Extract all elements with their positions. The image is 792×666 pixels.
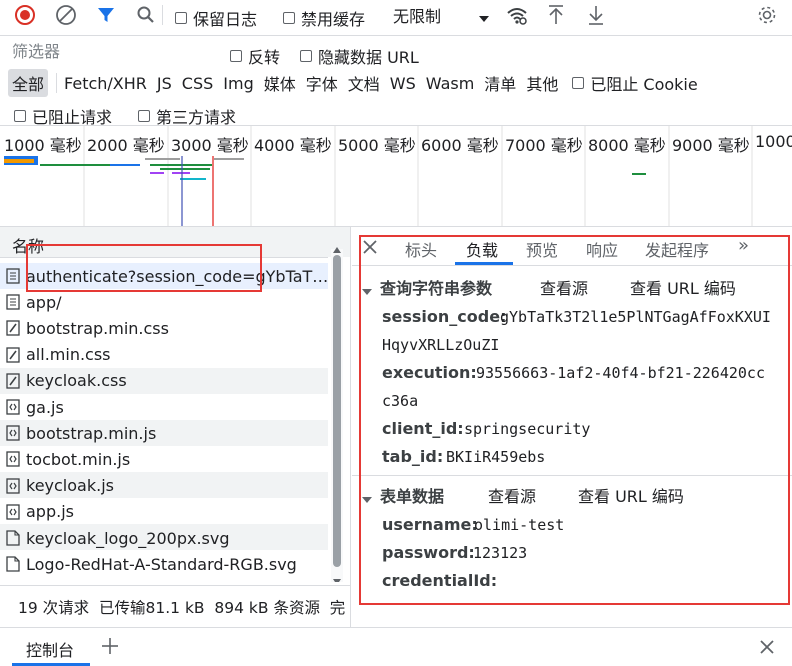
blocked-cookie-box[interactable] xyxy=(572,77,585,89)
preserve-log-checkbox[interactable]: 保留日志 xyxy=(175,6,257,30)
table-row[interactable]: app/ xyxy=(6,289,62,315)
type-filter-font[interactable]: 字体 xyxy=(306,71,338,95)
stylesheet-icon xyxy=(6,346,20,363)
document-icon xyxy=(6,268,20,284)
disable-cache-box[interactable] xyxy=(283,12,295,24)
preserve-log-box[interactable] xyxy=(175,12,187,24)
filter-icon[interactable] xyxy=(96,5,116,25)
throttle-select[interactable]: 无限制 xyxy=(388,3,492,27)
filter-input[interactable]: 筛选器 xyxy=(6,38,212,62)
request-name: keycloak.js xyxy=(26,476,114,496)
image-file-icon xyxy=(6,530,20,546)
type-filter-bar: 全部 Fetch/XHR JS CSS Img 媒体 字体 文档 WS Wasm… xyxy=(8,69,698,97)
stylesheet-icon xyxy=(6,320,20,337)
dropdown-arrow-icon xyxy=(478,9,490,28)
highlight-request-box xyxy=(26,244,262,292)
request-name: app/ xyxy=(26,292,62,312)
table-row[interactable]: Logo-RedHat-A-Standard-RGB.svg xyxy=(6,551,297,577)
script-icon xyxy=(6,504,20,520)
request-name: Logo-RedHat-A-Standard-RGB.svg xyxy=(26,554,297,574)
scroll-down-arrow-icon[interactable] xyxy=(332,571,342,582)
preserve-log-label: 保留日志 xyxy=(193,10,258,29)
timeline-overview[interactable]: 1000 毫秒 2000 毫秒 3000 毫秒 4000 毫秒 5000 毫秒 … xyxy=(0,126,792,226)
request-name: ga.js xyxy=(26,397,64,417)
table-row[interactable]: all.min.css xyxy=(6,342,111,368)
clear-icon[interactable] xyxy=(55,4,77,26)
blocked-requests-box[interactable] xyxy=(14,110,26,122)
disable-cache-label: 禁用缓存 xyxy=(301,10,366,29)
stylesheet-icon xyxy=(6,373,20,389)
table-row[interactable]: ga.js xyxy=(6,394,64,420)
script-icon xyxy=(6,477,20,494)
type-filter-doc[interactable]: 文档 xyxy=(348,71,380,95)
drawer-tab-console[interactable]: 控制台 xyxy=(26,637,74,661)
third-party-box[interactable] xyxy=(138,110,150,122)
script-icon xyxy=(6,399,20,415)
list-scrollbar[interactable] xyxy=(331,249,343,582)
drawer-bar: 控制台 xyxy=(0,628,792,666)
request-name: tocbot.min.js xyxy=(26,449,131,469)
document-icon xyxy=(6,294,20,310)
table-row[interactable]: bootstrap.min.css xyxy=(6,315,169,341)
blocked-cookie-label: 已阻止 Cookie xyxy=(590,75,698,94)
panel-splitter[interactable] xyxy=(350,227,351,627)
filter-placeholder: 筛选器 xyxy=(12,42,61,61)
table-row[interactable]: bootstrap.min.js xyxy=(6,420,156,446)
add-tab-plus-icon[interactable] xyxy=(101,637,119,659)
invert-box[interactable] xyxy=(230,50,242,62)
request-name: keycloak.css xyxy=(26,371,127,391)
network-conditions-icon[interactable] xyxy=(505,4,529,26)
toolbar-divider xyxy=(0,35,792,36)
type-filter-css[interactable]: CSS xyxy=(182,74,213,93)
disable-cache-checkbox[interactable]: 禁用缓存 xyxy=(283,6,365,30)
main-toolbar: 保留日志 禁用缓存 无限制 xyxy=(0,0,792,30)
scroll-up-arrow-icon[interactable] xyxy=(332,239,342,258)
table-row[interactable]: keycloak_logo_200px.svg xyxy=(6,525,230,551)
toolbar-separator xyxy=(162,5,163,25)
list-scrollbar-thumb[interactable] xyxy=(333,255,341,567)
close-drawer-icon[interactable] xyxy=(759,639,775,659)
request-name: keycloak_logo_200px.svg xyxy=(26,528,230,548)
search-icon[interactable] xyxy=(136,5,156,25)
request-name: app.js xyxy=(26,502,74,522)
timeline-bars xyxy=(4,126,753,226)
image-file-icon xyxy=(6,556,20,572)
blocked-cookie-checkbox[interactable]: 已阻止 Cookie xyxy=(572,71,698,95)
type-filter-js[interactable]: JS xyxy=(157,74,172,93)
table-row[interactable]: keycloak.js xyxy=(6,473,114,499)
request-name: all.min.css xyxy=(26,345,111,365)
type-filter-media[interactable]: 媒体 xyxy=(264,71,296,95)
hide-data-url-checkbox[interactable]: 隐藏数据 URL xyxy=(300,44,419,68)
import-har-icon[interactable] xyxy=(546,4,566,26)
status-summary: 19 次请求 已传输81.1 kB 894 kB 条资源 完 xyxy=(18,599,346,617)
type-filter-all[interactable]: 全部 xyxy=(8,69,49,97)
request-name: bootstrap.min.css xyxy=(26,318,169,338)
request-name: bootstrap.min.js xyxy=(26,423,157,443)
hide-data-url-box[interactable] xyxy=(300,50,312,62)
invert-checkbox[interactable]: 反转 xyxy=(230,44,280,68)
throttle-value: 无限制 xyxy=(393,7,442,26)
type-filter-ws[interactable]: WS xyxy=(390,74,416,93)
script-icon xyxy=(6,451,20,468)
table-row[interactable]: keycloak.css xyxy=(6,368,127,394)
invert-label: 反转 xyxy=(248,48,281,67)
table-row[interactable]: app.js xyxy=(6,499,74,525)
type-filter-manifest[interactable]: 清单 xyxy=(484,71,516,95)
type-filter-separator xyxy=(56,73,58,93)
highlight-payload-box xyxy=(359,235,790,605)
table-row[interactable]: tocbot.min.js xyxy=(6,446,130,472)
type-filter-fetch-xhr[interactable]: Fetch/XHR xyxy=(64,74,147,93)
type-filter-img[interactable]: Img xyxy=(223,74,253,93)
script-icon xyxy=(6,425,20,441)
type-filter-other[interactable]: 其他 xyxy=(526,71,558,95)
record-icon[interactable] xyxy=(14,4,36,26)
settings-gear-icon[interactable] xyxy=(756,4,778,26)
status-bar: 19 次请求 已传输81.1 kB 894 kB 条资源 完 xyxy=(0,585,350,625)
export-har-icon[interactable] xyxy=(586,4,606,26)
type-filter-wasm[interactable]: Wasm xyxy=(426,74,475,93)
hide-data-url-label: 隐藏数据 URL xyxy=(318,48,419,67)
